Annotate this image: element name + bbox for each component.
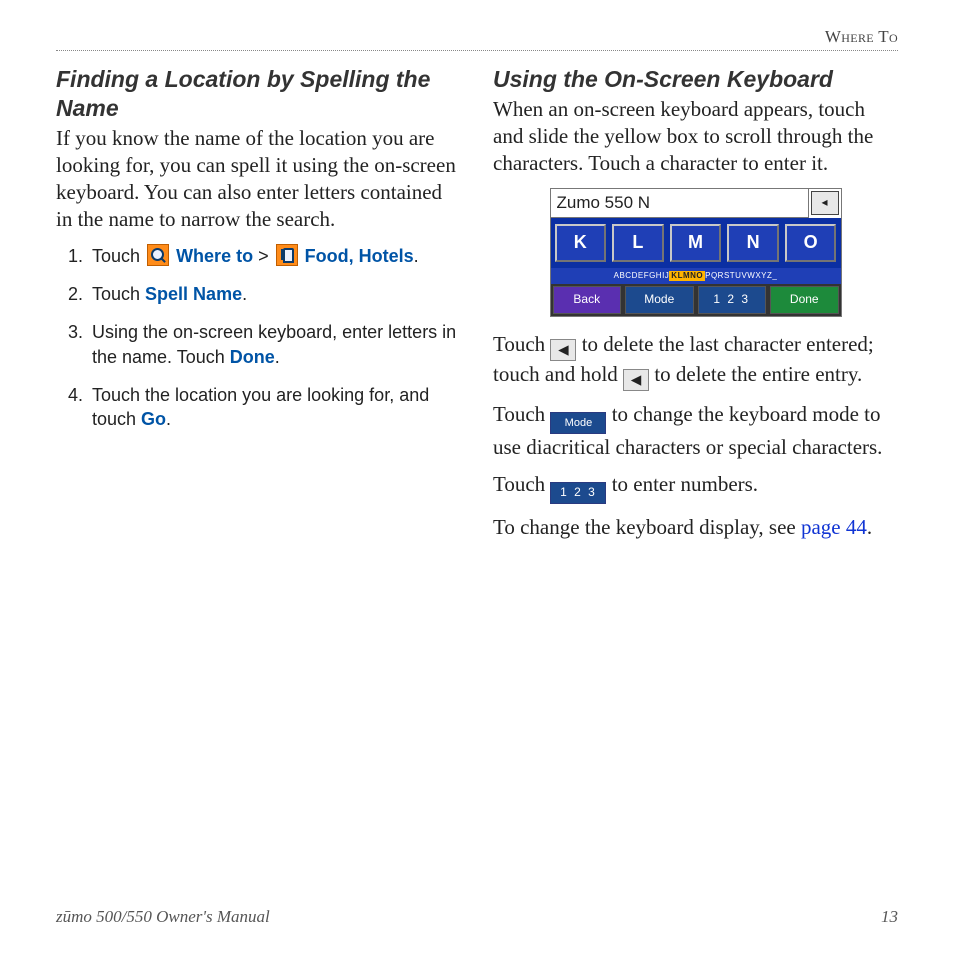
section-title-finding: Finding a Location by Spelling the Name bbox=[56, 65, 461, 123]
kb-key-l[interactable]: L bbox=[612, 224, 664, 262]
kb-key-row: K L M N O bbox=[551, 218, 841, 268]
magnifier-icon bbox=[147, 244, 169, 266]
kb-key-m[interactable]: M bbox=[670, 224, 722, 262]
left-intro: If you know the name of the location you… bbox=[56, 125, 461, 234]
kb-key-k[interactable]: K bbox=[555, 224, 607, 262]
keyboard-figure: Zumo 550 N ◂ K L M N O ABCDEFGHIJKLMNOPQ… bbox=[550, 188, 842, 317]
step-3: Using the on-screen keyboard, enter lett… bbox=[88, 320, 461, 369]
kb-bottom-row: Back Mode 1 2 3 Done bbox=[551, 284, 841, 316]
keyword-done: Done bbox=[230, 347, 275, 367]
step-4: Touch the location you are looking for, … bbox=[88, 383, 461, 432]
para-numbers: Touch 1 2 3 to enter numbers. bbox=[493, 471, 898, 504]
step-1: Touch Where to > Food, Hotels. bbox=[88, 244, 461, 268]
kb-done-button[interactable]: Done bbox=[770, 286, 839, 314]
right-column: Using the On-Screen Keyboard When an on-… bbox=[493, 61, 898, 551]
para-delete: Touch ◂ to delete the last character ent… bbox=[493, 331, 898, 390]
keyword-go: Go bbox=[141, 409, 166, 429]
kb-entry-row: Zumo 550 N ◂ bbox=[551, 189, 841, 218]
kb-back-button[interactable]: Back bbox=[553, 286, 622, 314]
kb-entry-field[interactable]: Zumo 550 N bbox=[551, 189, 809, 218]
keyword-where-to: Where to bbox=[176, 246, 253, 266]
backspace-icon: ◂ bbox=[550, 339, 576, 361]
right-intro: When an on-screen keyboard appears, touc… bbox=[493, 96, 898, 178]
para-mode: Touch Mode to change the keyboard mode t… bbox=[493, 401, 898, 461]
page-footer: zūmo 500/550 Owner's Manual 13 bbox=[56, 906, 898, 928]
numbers-button-icon: 1 2 3 bbox=[550, 482, 606, 504]
keyword-spell-name: Spell Name bbox=[145, 284, 242, 304]
backspace-icon: ◂ bbox=[623, 369, 649, 391]
left-column: Finding a Location by Spelling the Name … bbox=[56, 61, 461, 551]
step-2: Touch Spell Name. bbox=[88, 282, 461, 306]
page-44-link[interactable]: page 44 bbox=[801, 515, 867, 539]
page-number: 13 bbox=[881, 906, 898, 928]
para-display-ref: To change the keyboard display, see page… bbox=[493, 514, 898, 541]
kb-alpha-strip[interactable]: ABCDEFGHIJKLMNOPQRSTUVWXYZ_ bbox=[551, 268, 841, 284]
header-rule bbox=[56, 50, 898, 51]
kb-numbers-button[interactable]: 1 2 3 bbox=[698, 286, 767, 314]
kb-key-o[interactable]: O bbox=[785, 224, 837, 262]
steps-list: Touch Where to > Food, Hotels. Touch Spe… bbox=[56, 244, 461, 432]
mode-button-icon: Mode bbox=[550, 412, 606, 434]
content-columns: Finding a Location by Spelling the Name … bbox=[56, 61, 898, 551]
manual-page: Where To Finding a Location by Spelling … bbox=[0, 0, 954, 954]
kb-key-n[interactable]: N bbox=[727, 224, 779, 262]
section-title-keyboard: Using the On-Screen Keyboard bbox=[493, 65, 898, 94]
running-head: Where To bbox=[56, 26, 898, 48]
keyword-food-hotels: Food, Hotels bbox=[305, 246, 414, 266]
footer-title: zūmo 500/550 Owner's Manual bbox=[56, 906, 270, 928]
kb-mode-button[interactable]: Mode bbox=[625, 286, 694, 314]
food-hotels-icon bbox=[276, 244, 298, 266]
kb-backspace-button[interactable]: ◂ bbox=[811, 191, 839, 215]
